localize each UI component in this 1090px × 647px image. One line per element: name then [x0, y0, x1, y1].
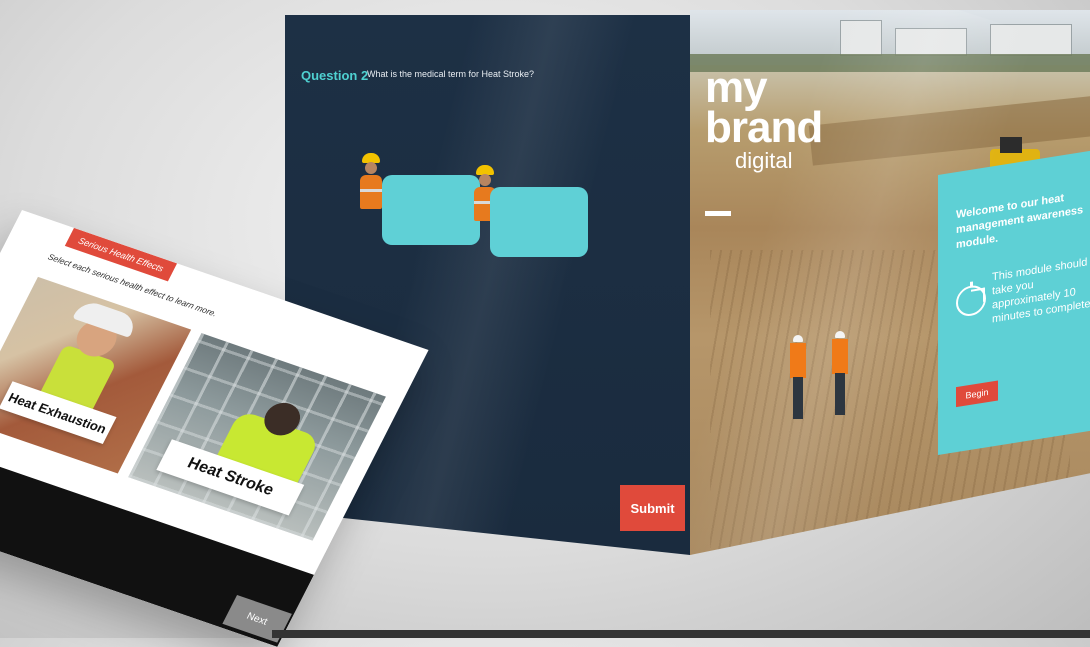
welcome-title: Welcome to our heat management awareness…	[956, 192, 1084, 252]
answer-card[interactable]	[382, 175, 480, 245]
screen-gloss	[329, 15, 641, 555]
answer-card[interactable]	[490, 187, 588, 257]
welcome-screen: my brand digital Welcome to our heat man…	[690, 10, 1090, 555]
mockup-stage: Question 2 What is the medical term for …	[0, 0, 1090, 647]
bottom-edge	[272, 630, 1090, 638]
section-tag: Serious Health Effects	[64, 227, 178, 282]
question-number: Question 2	[301, 68, 369, 83]
submit-button[interactable]: Submit	[620, 485, 685, 531]
welcome-card: Welcome to our heat management awareness…	[938, 148, 1090, 455]
question-text: What is the medical term for Heat Stroke…	[367, 69, 535, 79]
stopwatch-icon	[956, 283, 986, 319]
begin-button[interactable]: Begin	[956, 380, 998, 408]
brand-logo: my brand digital	[705, 66, 823, 216]
worker-icon	[357, 153, 385, 213]
welcome-body: This module should take you approximatel…	[992, 256, 1090, 326]
